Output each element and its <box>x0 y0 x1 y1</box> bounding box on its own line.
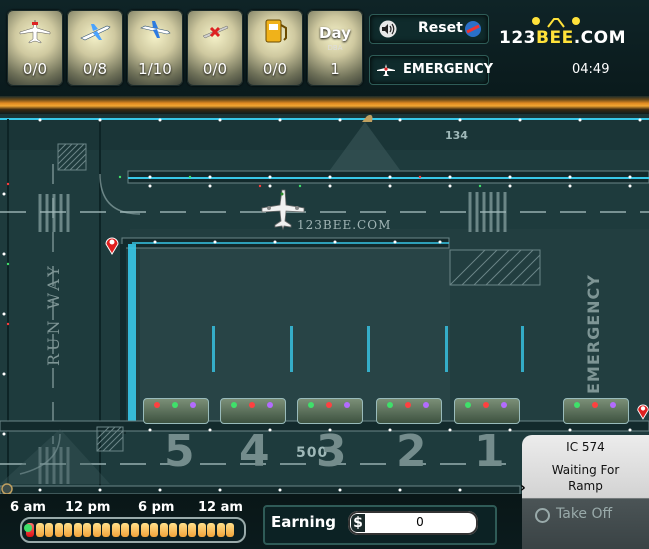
progress-start-dot <box>24 524 32 532</box>
progress-segment <box>159 523 168 537</box>
timeline-label-12am: 12 am <box>198 500 243 515</box>
bay-5[interactable]: 5 <box>164 426 195 477</box>
runway-entry-marker-icon[interactable] <box>104 235 120 255</box>
crashed-count: 0/0 <box>202 60 228 78</box>
sound-icon[interactable] <box>377 20 399 38</box>
taxi-marker-top: 134 <box>445 129 468 142</box>
day-progress-bar <box>20 517 246 543</box>
progress-segment <box>92 523 101 537</box>
reset-icon[interactable] <box>464 20 482 38</box>
landing-count: 0/0 <box>22 60 48 78</box>
departing-count: 1/10 <box>138 60 172 78</box>
timeline-label-6am: 6 am <box>10 500 46 515</box>
earning-label: Earning <box>271 513 337 531</box>
progress-segment <box>45 523 54 537</box>
bee-antenna-icon <box>532 17 580 28</box>
progress-segment <box>73 523 82 537</box>
day-sub: DBA <box>327 44 343 52</box>
gate-1[interactable] <box>454 398 520 424</box>
progress-segment <box>83 523 92 537</box>
progress-segment <box>140 523 149 537</box>
fuel-pump-icon <box>265 19 287 43</box>
gate-5[interactable] <box>143 398 209 424</box>
crashed-counter: 0/0 <box>187 10 243 86</box>
progress-segment <box>102 523 111 537</box>
bay-2[interactable]: 2 <box>396 426 427 477</box>
emergency-plane-icon <box>377 64 395 76</box>
gate-2[interactable] <box>376 398 442 424</box>
terminal-roof-strip <box>0 96 649 114</box>
arriving-plane-icon <box>80 24 111 41</box>
day-value: 1 <box>330 60 340 78</box>
progress-segment <box>35 523 44 537</box>
progress-segment <box>131 523 139 537</box>
top-bar: 0/0 0/8 1/10 0/0 0/0 Day DBA 1 Reset EME… <box>0 0 649 96</box>
emergency-lane-label: EMERGENCY <box>584 274 603 394</box>
panel-pointer-icon: › <box>520 480 526 496</box>
watermark: 123BEE.COM <box>297 218 392 232</box>
timeline-label-6pm: 6 pm <box>138 500 175 515</box>
emergency-marker-icon[interactable] <box>636 402 649 420</box>
flight-number: IC 574 <box>566 440 605 454</box>
progress-segment <box>178 523 187 537</box>
flight-panel: IC 574 Waiting For Ramp <box>522 435 649 549</box>
progress-segment <box>150 523 159 537</box>
countdown-timer: 04:49 <box>572 62 610 77</box>
bay-1[interactable]: 1 <box>474 426 505 477</box>
currency-symbol: $ <box>351 514 365 532</box>
take-off-button[interactable]: Take Off <box>533 505 643 527</box>
progress-segment <box>169 523 178 537</box>
arriving-counter: 0/8 <box>67 10 123 86</box>
take-off-label: Take Off <box>556 506 613 522</box>
emergency-button[interactable]: EMERGENCY <box>369 55 493 85</box>
landing-counter: 0/0 <box>7 10 63 86</box>
bay-4[interactable]: 4 <box>239 426 270 477</box>
progress-segment <box>188 523 197 537</box>
reset-bar: Reset <box>369 14 489 44</box>
landing-plane-icon <box>19 19 51 44</box>
departing-plane-icon <box>140 21 171 38</box>
gate-4[interactable] <box>220 398 286 424</box>
progress-segment <box>216 523 225 537</box>
runway-label: RUN WAY <box>44 263 63 366</box>
earning-value: 0 <box>416 515 424 529</box>
brand-logo[interactable]: 123BEE.COM <box>499 28 626 48</box>
bay-3[interactable]: 3 <box>316 426 347 477</box>
gate-3[interactable] <box>297 398 363 424</box>
airplane-ic574[interactable] <box>258 188 308 230</box>
left-gate-light <box>128 244 136 421</box>
progress-segment <box>121 523 130 537</box>
flight-status-text: Waiting For Ramp <box>551 463 620 493</box>
fuel-counter: 0/0 <box>247 10 303 86</box>
progress-segment <box>111 523 120 537</box>
progress-segment <box>207 523 216 537</box>
progress-segment <box>226 523 235 537</box>
reset-button[interactable]: Reset <box>418 20 463 36</box>
progress-segment <box>64 523 73 537</box>
emergency-label: EMERGENCY <box>403 62 494 77</box>
fuel-count: 0/0 <box>262 60 288 78</box>
arriving-count: 0/8 <box>82 60 108 78</box>
timeline-label-12pm: 12 pm <box>65 500 111 515</box>
crashed-plane-icon <box>202 25 229 39</box>
gate-emergency[interactable] <box>563 398 629 424</box>
day-counter: Day DBA 1 <box>307 10 363 86</box>
take-off-radio[interactable] <box>535 508 550 523</box>
progress-segment <box>54 523 63 537</box>
flight-status: Waiting For Ramp <box>522 462 649 494</box>
departing-counter: 1/10 <box>127 10 183 86</box>
progress-segment <box>197 523 206 537</box>
day-label: Day <box>319 24 351 42</box>
